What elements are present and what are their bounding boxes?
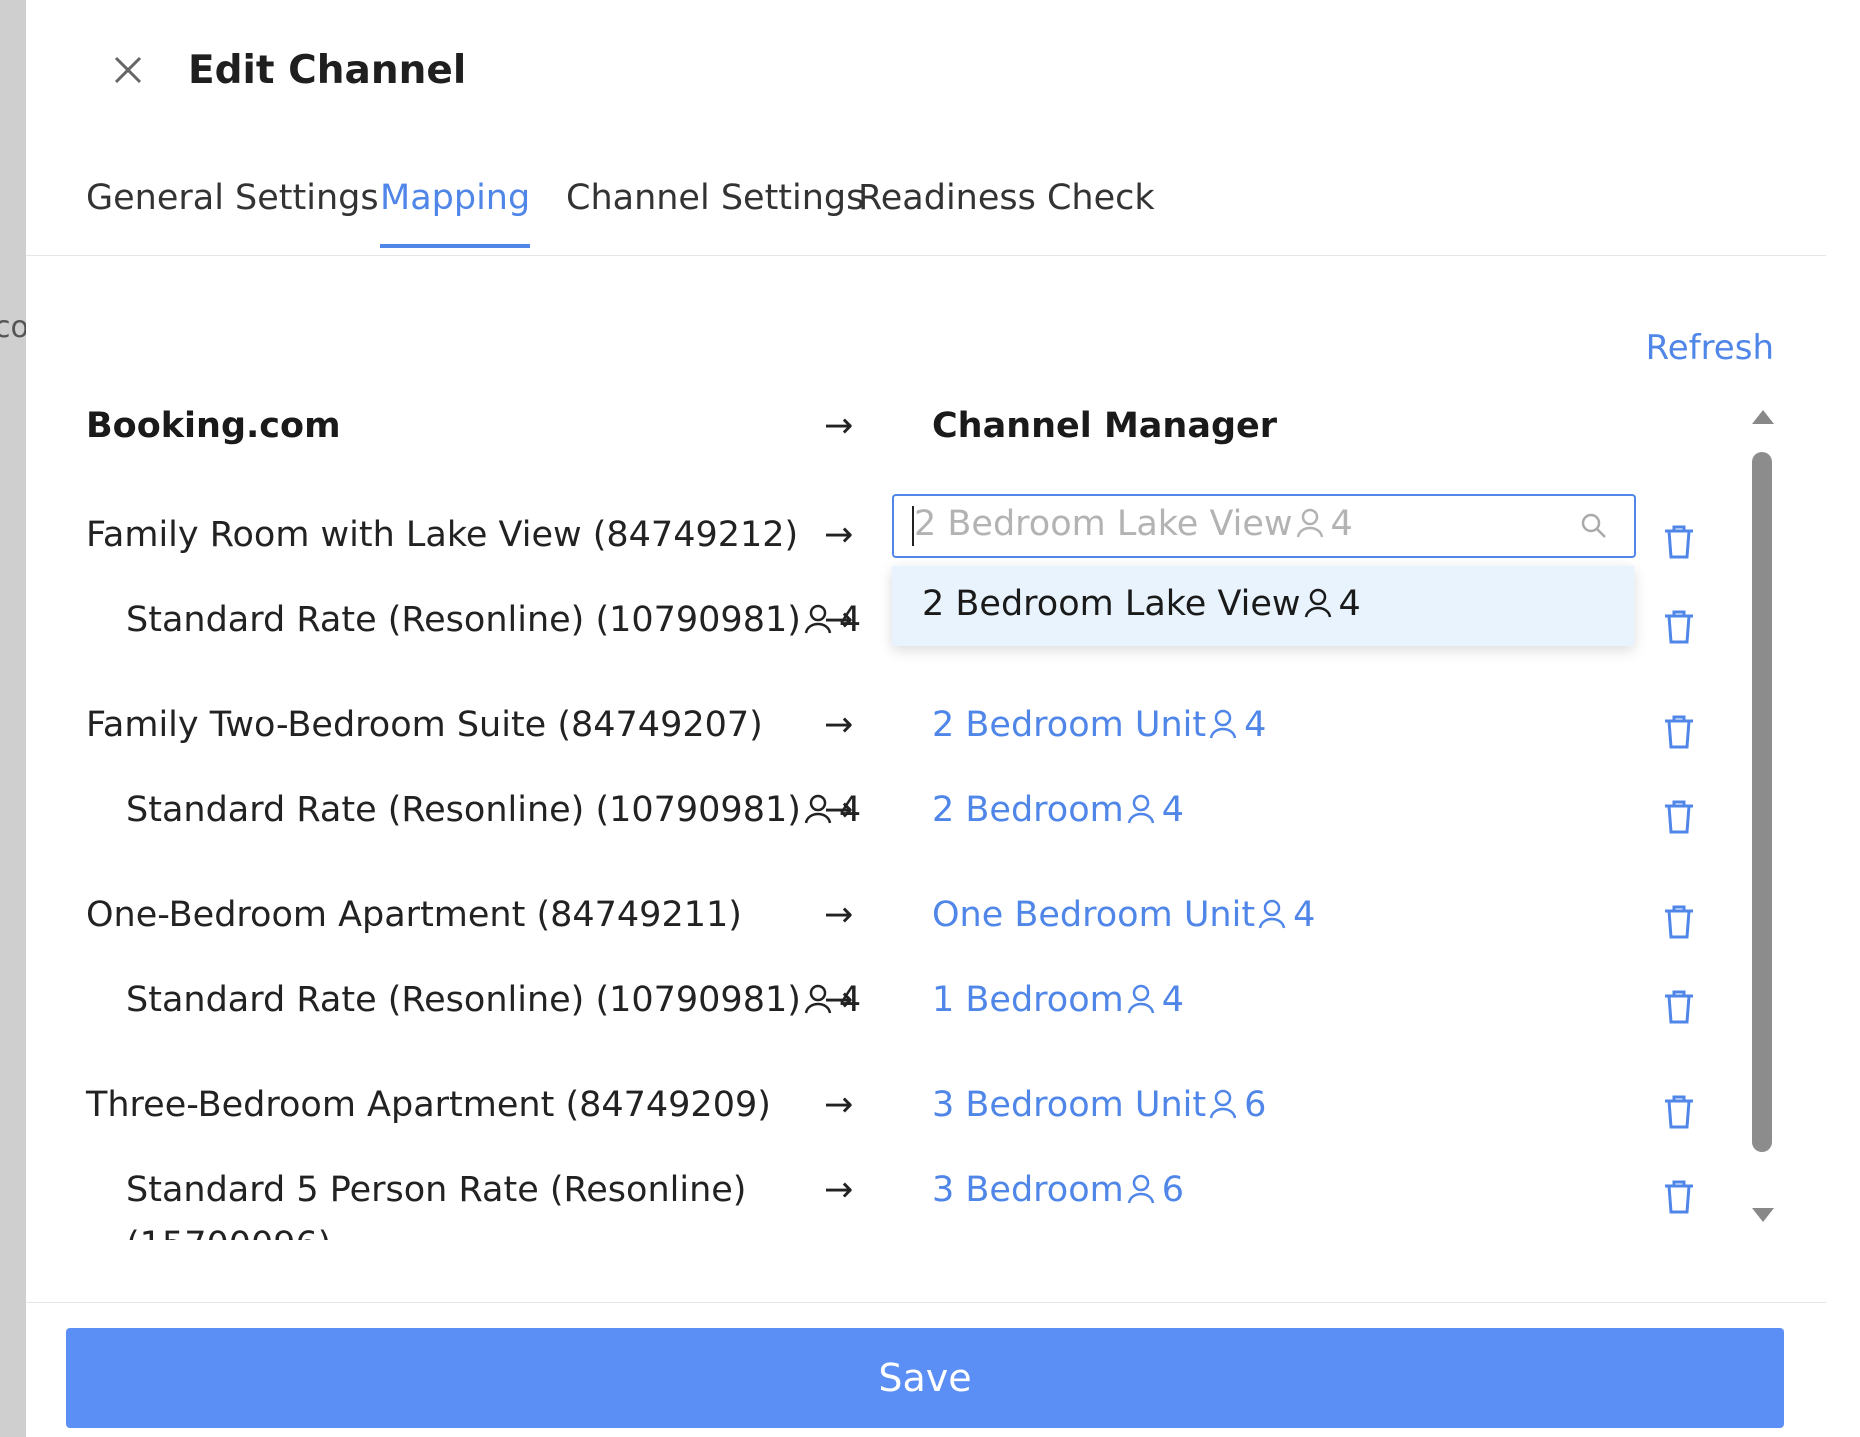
arrow-icon: →	[824, 705, 854, 745]
background-text: co	[0, 310, 29, 345]
edit-channel-drawer: Edit Channel General Settings Mapping Ch…	[26, 0, 1860, 1437]
table-row: Family Two-Bedroom Suite (84749207) → 2 …	[26, 705, 1746, 775]
arrow-icon: →	[824, 790, 854, 830]
tab-readiness-check[interactable]: Readiness Check	[858, 178, 1155, 244]
mapped-rate-link[interactable]: 3 Bedroom 6	[932, 1170, 1184, 1210]
occupancy-count: 6	[1244, 1085, 1267, 1125]
trash-icon[interactable]	[1662, 988, 1696, 1026]
table-row: One-Bedroom Apartment (84749211) → One B…	[26, 895, 1746, 965]
select-placeholder: 2 Bedroom Lake View 4	[914, 504, 1353, 544]
arrow-icon: →	[824, 406, 854, 446]
booking-rate-name: Standard 5 Person Rate (Resonline)	[126, 1170, 747, 1210]
refresh-link[interactable]: Refresh	[1646, 328, 1774, 368]
mapped-rate-link[interactable]: 1 Bedroom 4	[932, 980, 1184, 1020]
occupancy-count: 4	[1244, 705, 1267, 745]
option-text: 2 Bedroom Lake View 4	[922, 584, 1361, 624]
background-page: co	[0, 0, 29, 1437]
trash-icon[interactable]	[1662, 1178, 1696, 1216]
booking-rate-name: Standard Rate (Resonline) (10790981) 4	[126, 790, 861, 830]
booking-room-name: Family Room with Lake View (84749212)	[86, 515, 799, 555]
option-count: 4	[1338, 584, 1361, 624]
mapped-rate-label: 1 Bedroom	[932, 980, 1124, 1020]
tab-bar: General Settings Mapping Channel Setting…	[26, 160, 1826, 256]
mapped-room-link[interactable]: 2 Bedroom Unit 4	[932, 705, 1266, 745]
person-icon	[1258, 899, 1286, 929]
person-icon	[1127, 794, 1154, 824]
mapping-list: Booking.com → Channel Manager Family Roo…	[26, 390, 1746, 1240]
arrow-icon: →	[824, 1170, 854, 1210]
trash-icon[interactable]	[1662, 523, 1696, 561]
table-row: Three-Bedroom Apartment (84749209) → 3 B…	[26, 1085, 1746, 1155]
column-header-booking: Booking.com	[86, 406, 341, 446]
trash-icon[interactable]	[1662, 798, 1696, 836]
rate-label: Standard Rate (Resonline) (10790981)	[126, 790, 801, 830]
rate-label: Standard Rate (Resonline) (10790981)	[126, 980, 801, 1020]
arrow-icon: →	[824, 600, 854, 640]
mapping-header-row: Booking.com → Channel Manager	[26, 406, 1746, 476]
arrow-icon: →	[824, 980, 854, 1020]
arrow-icon: →	[824, 515, 854, 555]
mapped-room-label: 2 Bedroom Unit	[932, 705, 1207, 745]
booking-room-name: Three-Bedroom Apartment (84749209)	[86, 1085, 771, 1125]
mapped-room-link[interactable]: 3 Bedroom Unit 6	[932, 1085, 1266, 1125]
dropdown-option[interactable]: 2 Bedroom Lake View 4	[892, 566, 1634, 646]
drawer-header: Edit Channel	[26, 0, 1860, 140]
close-icon	[114, 56, 142, 84]
booking-room-name: One-Bedroom Apartment (84749211)	[86, 895, 742, 935]
trash-icon[interactable]	[1662, 1093, 1696, 1131]
booking-rate-name: Standard Rate (Resonline) (10790981) 4	[126, 600, 861, 640]
mapped-rate-link[interactable]: 2 Bedroom 4	[932, 790, 1184, 830]
trash-icon[interactable]	[1662, 713, 1696, 751]
arrow-icon: →	[824, 1085, 854, 1125]
scroll-up-icon[interactable]	[1752, 410, 1774, 424]
footer-divider	[26, 1302, 1826, 1303]
person-icon	[1209, 709, 1237, 739]
table-row: Standard 5 Person Rate (Resonline) (1570…	[26, 1170, 1746, 1240]
tab-channel-settings[interactable]: Channel Settings	[566, 178, 864, 244]
tab-general-settings[interactable]: General Settings	[86, 178, 379, 244]
mapped-rate-label: 2 Bedroom	[932, 790, 1124, 830]
occupancy-count: 6	[1161, 1170, 1184, 1210]
column-header-channel-manager: Channel Manager	[932, 406, 1278, 446]
save-button[interactable]: Save	[66, 1328, 1784, 1428]
occupancy-count: 4	[1161, 790, 1184, 830]
tab-mapping[interactable]: Mapping	[380, 178, 531, 248]
vertical-scrollbar[interactable]	[1742, 400, 1780, 1235]
close-button[interactable]	[102, 44, 154, 96]
placeholder-count: 4	[1330, 504, 1353, 544]
table-row: Standard Rate (Resonline) (10790981) 4 → …	[26, 980, 1746, 1050]
rate-label: Standard Rate (Resonline) (10790981)	[126, 600, 801, 640]
person-icon	[1296, 508, 1323, 538]
room-select-dropdown: 2 Bedroom Lake View 4	[892, 566, 1634, 646]
booking-room-name: Family Two-Bedroom Suite (84749207)	[86, 705, 763, 745]
trash-icon[interactable]	[1662, 903, 1696, 941]
scroll-thumb[interactable]	[1752, 452, 1772, 1152]
placeholder-label: 2 Bedroom Lake View	[914, 504, 1293, 544]
table-row: Standard Rate (Resonline) (10790981) 4 → …	[26, 790, 1746, 860]
option-label: 2 Bedroom Lake View	[922, 584, 1301, 624]
occupancy-count: 4	[1293, 895, 1316, 935]
mapped-room-link[interactable]: One Bedroom Unit 4	[932, 895, 1315, 935]
mapped-room-label: One Bedroom Unit	[932, 895, 1256, 935]
person-icon	[1127, 1174, 1154, 1204]
room-select-input[interactable]: 2 Bedroom Lake View 4	[892, 494, 1636, 558]
person-icon	[1209, 1089, 1237, 1119]
mapped-rate-label: 3 Bedroom	[932, 1170, 1124, 1210]
page-title: Edit Channel	[188, 48, 467, 93]
occupancy-count: 4	[1161, 980, 1184, 1020]
mapped-room-label: 3 Bedroom Unit	[932, 1085, 1207, 1125]
person-icon	[1127, 984, 1154, 1014]
scroll-down-icon[interactable]	[1752, 1208, 1774, 1222]
booking-rate-name: Standard Rate (Resonline) (10790981) 4	[126, 980, 861, 1020]
arrow-icon: →	[824, 895, 854, 935]
trash-icon[interactable]	[1662, 608, 1696, 646]
search-icon	[1581, 513, 1606, 538]
booking-rate-id-cut: (15700096)	[126, 1225, 331, 1240]
person-icon	[1304, 588, 1331, 618]
